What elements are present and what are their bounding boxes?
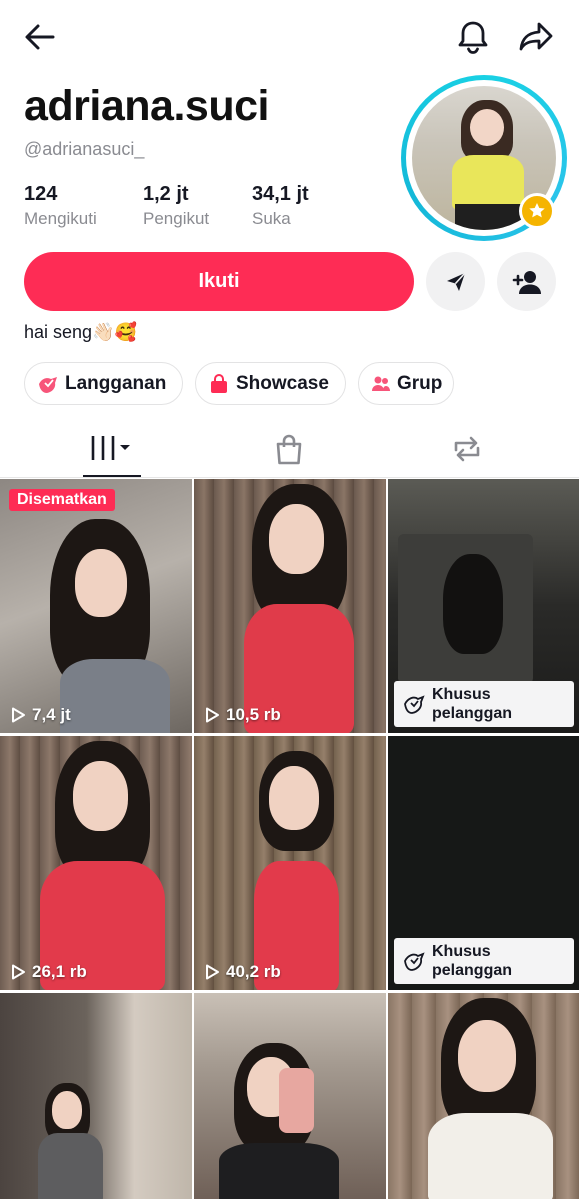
notification-button[interactable] xyxy=(451,15,495,59)
subscription-chip[interactable]: Langganan xyxy=(24,362,183,405)
thumbnail-figure xyxy=(30,519,170,733)
suggest-accounts-button[interactable] xyxy=(497,252,556,311)
view-count-value: 26,1 rb xyxy=(32,962,87,981)
shopping-bag-icon xyxy=(276,434,302,465)
play-icon xyxy=(206,964,219,980)
subscription-icon xyxy=(404,952,425,971)
followers-label: Pengikut xyxy=(143,209,210,228)
subscription-label: Langganan xyxy=(65,372,167,394)
star-badge-icon xyxy=(529,203,545,218)
add-user-icon xyxy=(512,270,541,294)
following-label: Mengikuti xyxy=(24,209,97,228)
subscription-icon xyxy=(404,695,425,714)
tab-videos[interactable] xyxy=(83,420,141,477)
shopping-bag-icon xyxy=(208,373,230,395)
likes-stat[interactable]: 34,1 jt Suka xyxy=(252,183,309,229)
group-chip[interactable]: Grup xyxy=(358,362,454,405)
top-bar xyxy=(0,0,579,80)
thumbnail-figure xyxy=(204,751,379,990)
view-count: 7,4 jt xyxy=(10,705,71,725)
follow-button[interactable]: Ikuti xyxy=(24,252,414,311)
thumbnail-figure xyxy=(413,998,563,1199)
group-icon xyxy=(371,373,391,395)
subscriber-only-badge: Khusus pelanggan xyxy=(394,681,574,727)
video-grid: Disematkan 7,4 jt 10,5 rb Khusus pelangg… xyxy=(0,479,579,1199)
video-tile-7[interactable] xyxy=(0,993,192,1199)
likes-label: Suka xyxy=(252,209,291,228)
view-count: 40,2 rb xyxy=(204,962,281,982)
followers-stat[interactable]: 1,2 jt Pengikut xyxy=(143,183,209,229)
showcase-label: Showcase xyxy=(236,372,329,394)
subscriber-only-badge: Khusus pelanggan xyxy=(394,938,574,984)
video-tile-2[interactable]: 10,5 rb xyxy=(194,479,386,733)
subscriber-only-label: Khusus pelanggan xyxy=(432,686,513,722)
pinned-badge: Disematkan xyxy=(9,489,115,511)
video-tile-1[interactable]: Disematkan 7,4 jt xyxy=(0,479,192,733)
thumbnail-figure xyxy=(30,1083,110,1199)
bell-icon xyxy=(458,21,488,54)
following-count: 124 xyxy=(24,183,58,205)
avatar-skirt xyxy=(455,204,522,230)
video-tile-3[interactable]: Khusus pelanggan xyxy=(388,479,579,733)
view-count: 26,1 rb xyxy=(10,962,87,982)
profile-tabs xyxy=(0,420,579,478)
play-icon xyxy=(206,707,219,723)
thumbnail-figure xyxy=(224,484,374,733)
share-button[interactable] xyxy=(514,15,558,59)
arrow-left-icon xyxy=(25,24,55,50)
video-tile-6[interactable]: Khusus pelanggan xyxy=(388,736,579,990)
thumbnail-figure xyxy=(25,741,175,990)
tab-reposts[interactable] xyxy=(446,420,488,478)
video-tile-9[interactable] xyxy=(388,993,579,1199)
video-tile-5[interactable]: 40,2 rb xyxy=(194,736,386,990)
video-tile-8[interactable] xyxy=(194,993,386,1199)
profile-bio: hai seng👋🏻🥰 xyxy=(24,322,137,342)
tab-shop[interactable] xyxy=(268,420,310,478)
group-label: Grup xyxy=(397,372,443,394)
view-count-value: 10,5 rb xyxy=(226,705,281,724)
subscription-icon xyxy=(37,373,59,395)
view-count-value: 40,2 rb xyxy=(226,962,281,981)
play-icon xyxy=(12,707,25,723)
avatar-shirt xyxy=(452,155,525,210)
thumbnail-figure xyxy=(398,534,538,684)
showcase-chip[interactable]: Showcase xyxy=(195,362,346,405)
send-icon xyxy=(446,271,466,291)
followers-count: 1,2 jt xyxy=(143,183,189,205)
view-count-value: 7,4 jt xyxy=(32,705,71,724)
message-button[interactable] xyxy=(426,252,485,311)
subscriber-only-label: Khusus pelanggan xyxy=(432,943,513,979)
profile-handle: @adrianasuci_ xyxy=(24,139,145,159)
grid-icon xyxy=(89,435,130,460)
play-icon xyxy=(12,964,25,980)
video-tile-4[interactable]: 26,1 rb xyxy=(0,736,192,990)
share-icon xyxy=(519,22,553,51)
view-count: 10,5 rb xyxy=(204,705,281,725)
subscriber-badge xyxy=(519,193,555,229)
thumbnail-figure xyxy=(209,1043,359,1199)
likes-count: 34,1 jt xyxy=(252,183,309,205)
profile-username: adriana.suci xyxy=(24,82,269,130)
repost-icon xyxy=(454,436,480,462)
back-button[interactable] xyxy=(18,15,62,59)
following-stat[interactable]: 124 Mengikuti xyxy=(24,183,97,229)
